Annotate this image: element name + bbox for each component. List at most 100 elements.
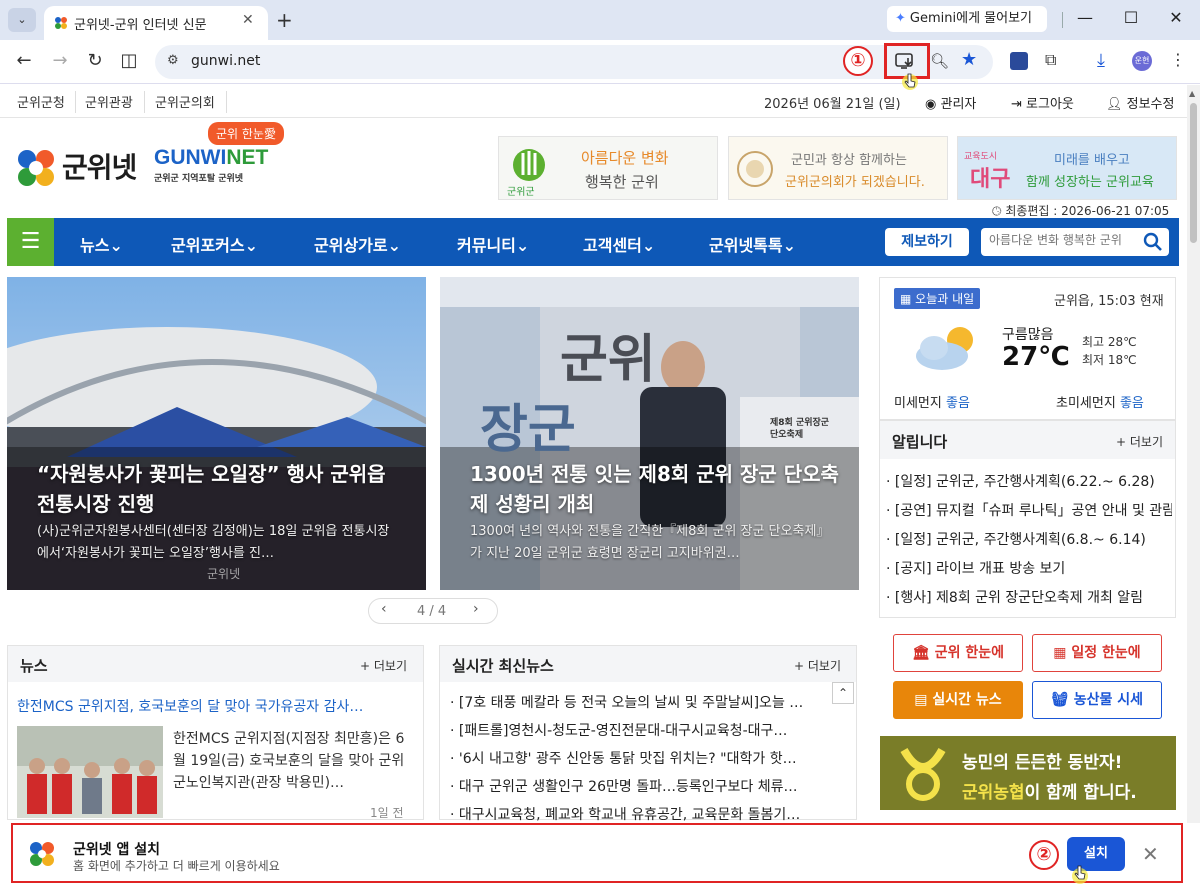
link-tourism[interactable]: 군위관광 xyxy=(85,92,133,111)
nav-talk[interactable]: 군위넷톡톡⌄ xyxy=(709,232,796,256)
notice-more-link[interactable]: + 더보기 xyxy=(1116,433,1163,450)
hamburger-menu-icon[interactable]: ☰ xyxy=(7,218,54,266)
app-install-banner: 군위넷 앱 설치 홈 화면에 추가하고 더 빠르게 이용하세요 xyxy=(11,823,1183,883)
nonghyup-logo-icon xyxy=(900,747,946,801)
quick-gunwi-overview-button[interactable]: 🏛︎ 군위 한눈에 xyxy=(893,634,1023,672)
site-info-icon[interactable]: ⚙ xyxy=(167,53,179,68)
news-more-link[interactable]: + 더보기 xyxy=(360,657,407,674)
url-text[interactable]: gunwi.net xyxy=(191,53,260,69)
quick-produce-price-button[interactable]: 🧺︎ 농산물 시세 xyxy=(1032,681,1162,719)
banner-gunwi-county[interactable]: 군위군 아름다운 변화 행복한 군위 xyxy=(498,136,718,200)
news-headline[interactable]: 한전MCS 군위지점, 호국보훈의 달 맞아 국가유공자 감사… xyxy=(17,696,417,716)
search-input[interactable] xyxy=(989,233,1137,247)
realtime-more-link[interactable]: + 더보기 xyxy=(794,657,841,674)
maximize-icon[interactable]: ☐ xyxy=(1121,8,1141,27)
nav-community-label: 커뮤니티 xyxy=(457,236,516,255)
nav-community[interactable]: 커뮤니티⌄ xyxy=(457,232,529,256)
new-tab-button[interactable]: + xyxy=(276,8,293,32)
logo-english[interactable]: GUNWINET xyxy=(154,146,268,170)
notice-item[interactable]: · [공지] 라이브 개표 방송 보기 xyxy=(886,558,1172,578)
nonghyup-banner[interactable]: 농민의 든든한 동반자! 군위농협이 함께 합니다. xyxy=(880,736,1176,810)
puzzle-icon[interactable]: ⧉ xyxy=(1045,50,1056,70)
fine-dust-value: 좋음 xyxy=(945,396,970,411)
tab-search-icon[interactable]: ⌄ xyxy=(8,8,36,32)
split-view-icon[interactable]: ◫ xyxy=(118,50,140,71)
realtime-item[interactable]: · '6시 내고향' 광주 신안동 통닭 맛집 위치는? "대학가 핫… xyxy=(450,748,822,768)
banner-daegu-education[interactable]: 교육도시 대구 미래를 배우고 함께 성장하는 군위교육 xyxy=(957,136,1177,200)
reload-icon[interactable]: ↻ xyxy=(84,50,106,71)
nav-focus-label: 군위포커스 xyxy=(171,236,245,255)
notice-header: 알립니다 + 더보기 xyxy=(880,421,1175,459)
realtime-item[interactable]: · 대구 군위군 생활인구 26만명 돌파…등록인구보다 체류… xyxy=(450,776,822,796)
install-app-icon[interactable] xyxy=(895,52,917,70)
council-seal-icon xyxy=(737,151,773,187)
admin-link[interactable]: ◉ 관리자 xyxy=(925,93,976,112)
quick-schedule-button[interactable]: ▦ 일정 한눈에 xyxy=(1032,634,1162,672)
notice-box: 알립니다 + 더보기 · [일정] 군위군, 주간행사계획(6.22.~ 6.2… xyxy=(879,420,1176,618)
back-icon[interactable]: ← xyxy=(13,50,35,71)
banner2-line1: 군민과 항상 함께하는 xyxy=(791,153,907,168)
weather-tab[interactable]: ▦ 오늘과 내일 xyxy=(894,288,981,309)
slide-title[interactable]: 1300년 전통 잇는 제8회 군위 장군 단오축제 성황리 개최 xyxy=(470,459,840,519)
notice-item[interactable]: · [공연] 뮤지컬「슈퍼 루나틱」공연 안내 및 관람 xyxy=(886,500,1172,520)
logo-text[interactable]: 군위넷 xyxy=(62,146,137,186)
profile-avatar[interactable]: 운현 xyxy=(1132,51,1152,71)
link-county-office[interactable]: 군위군청 xyxy=(17,92,65,111)
minimize-icon[interactable]: — xyxy=(1075,8,1095,27)
edit-profile-link[interactable]: 👤︎ 정보수정 xyxy=(1106,93,1174,112)
download-icon[interactable]: ⤓ xyxy=(1097,50,1105,71)
notice-item[interactable]: · [일정] 군위군, 주간행사계획(6.8.~ 6.14) xyxy=(886,529,1172,549)
extension-icon[interactable] xyxy=(1010,52,1028,70)
menu-icon[interactable]: ⋮ xyxy=(1170,50,1186,69)
nav-customer-center[interactable]: 고객센터⌄ xyxy=(583,232,655,256)
realtime-header: 실시간 최신뉴스 + 더보기 xyxy=(440,646,856,682)
pager-prev-icon[interactable]: ‹ xyxy=(381,601,387,617)
link-county-council[interactable]: 군위군의회 xyxy=(155,92,215,111)
zoom-icon[interactable]: 🔍︎ xyxy=(930,52,949,70)
nav-news[interactable]: 뉴스⌄ xyxy=(80,232,123,256)
scroll-up-icon[interactable]: ⌃ xyxy=(832,682,854,704)
nav-shops[interactable]: 군위상가로⌄ xyxy=(314,232,401,256)
search-box xyxy=(981,228,1169,256)
banner1-line1: 아름다운 변화 xyxy=(581,149,669,167)
ultrafine-dust: 초미세먼지 좋음 xyxy=(1056,392,1144,411)
notice-item[interactable]: · [일정] 군위군, 주간행사계획(6.22.~ 6.28) xyxy=(886,471,1172,491)
weather-location: 군위읍, 15:03 현재 xyxy=(1054,294,1164,309)
bookmark-star-icon[interactable]: ★ xyxy=(961,49,977,70)
gemini-button[interactable]: ✦ Gemini에게 물어보기 xyxy=(887,6,1047,32)
farm-rest: 이 함께 합니다. xyxy=(1024,783,1137,803)
scroll-up-arrow-icon[interactable]: ▲ xyxy=(1189,89,1195,98)
search-icon[interactable] xyxy=(1143,232,1163,252)
realtime-item[interactable]: · [7호 태풍 메칼라 등 전국 오늘의 날씨 및 주말날씨]오늘 … xyxy=(450,692,822,712)
page-scrollbar[interactable]: ▲ xyxy=(1187,85,1200,823)
app-logo-icon xyxy=(30,842,54,866)
logout-link[interactable]: ⇥ 로그아웃 xyxy=(1011,93,1074,112)
forward-icon[interactable]: → xyxy=(49,50,71,71)
slide-watermark: 군위넷 xyxy=(207,567,241,581)
install-banner-close-icon[interactable]: ✕ xyxy=(1142,842,1159,866)
nav-focus[interactable]: 군위포커스⌄ xyxy=(171,232,258,256)
banner3-line2: 함께 성장하는 군위교육 xyxy=(1026,175,1154,190)
logout-icon: ⇥ xyxy=(1011,97,1027,112)
realtime-item[interactable]: · [패트롤]영천시-청도군-영진전문대-대구시교육청-대구… xyxy=(450,720,822,740)
nav-shops-label: 군위상가로 xyxy=(314,236,388,255)
report-button[interactable]: 제보하기 xyxy=(885,228,969,256)
tab-close-icon[interactable]: ✕ xyxy=(242,12,254,28)
banner-county-council[interactable]: 군민과 항상 함께하는 군위군의회가 되겠습니다. xyxy=(728,136,948,200)
pager-next-icon[interactable]: › xyxy=(473,601,479,617)
realtime-item-text: [패트롤]영천시-청도군-영진전문대-대구시교육청-대구… xyxy=(458,723,788,739)
close-icon[interactable]: ✕ xyxy=(1166,8,1186,27)
scroll-thumb[interactable] xyxy=(1190,103,1197,243)
site-logo-icon[interactable] xyxy=(14,146,58,190)
headline-slide[interactable]: “자원봉사가 꽃피는 오일장” 행사 군위읍 전통시장 진행 (사)군위군자원봉… xyxy=(7,277,426,590)
banner2-line2: 군위군의회가 되겠습니다. xyxy=(785,175,925,190)
main-navigation: ☰ 뉴스⌄ 군위포커스⌄ 군위상가로⌄ 커뮤니티⌄ 고객센터⌄ 군위넷톡톡⌄ 제… xyxy=(7,218,1179,266)
notice-item[interactable]: · [행사] 제8회 군위 장군단오축제 개최 알림 xyxy=(886,587,1172,607)
headline-slide[interactable]: 군위 장군 제8회 군위장군단오축제 1300년 전통 잇는 제8회 군위 장군… xyxy=(440,277,859,590)
realtime-item[interactable]: · 대구시교육청, 폐교와 학교내 유휴공간, 교육문화 돌봄기… xyxy=(450,804,822,824)
news-thumbnail[interactable] xyxy=(17,726,163,818)
browser-tab[interactable]: 군위넷-군위 인터넷 신문 ✕ xyxy=(44,6,268,40)
quick-live-news-button[interactable]: ▤ 실시간 뉴스 xyxy=(893,681,1023,719)
slide-title[interactable]: “자원봉사가 꽃피는 오일장” 행사 군위읍 전통시장 진행 xyxy=(37,459,407,519)
admin-label: 관리자 xyxy=(940,97,977,112)
